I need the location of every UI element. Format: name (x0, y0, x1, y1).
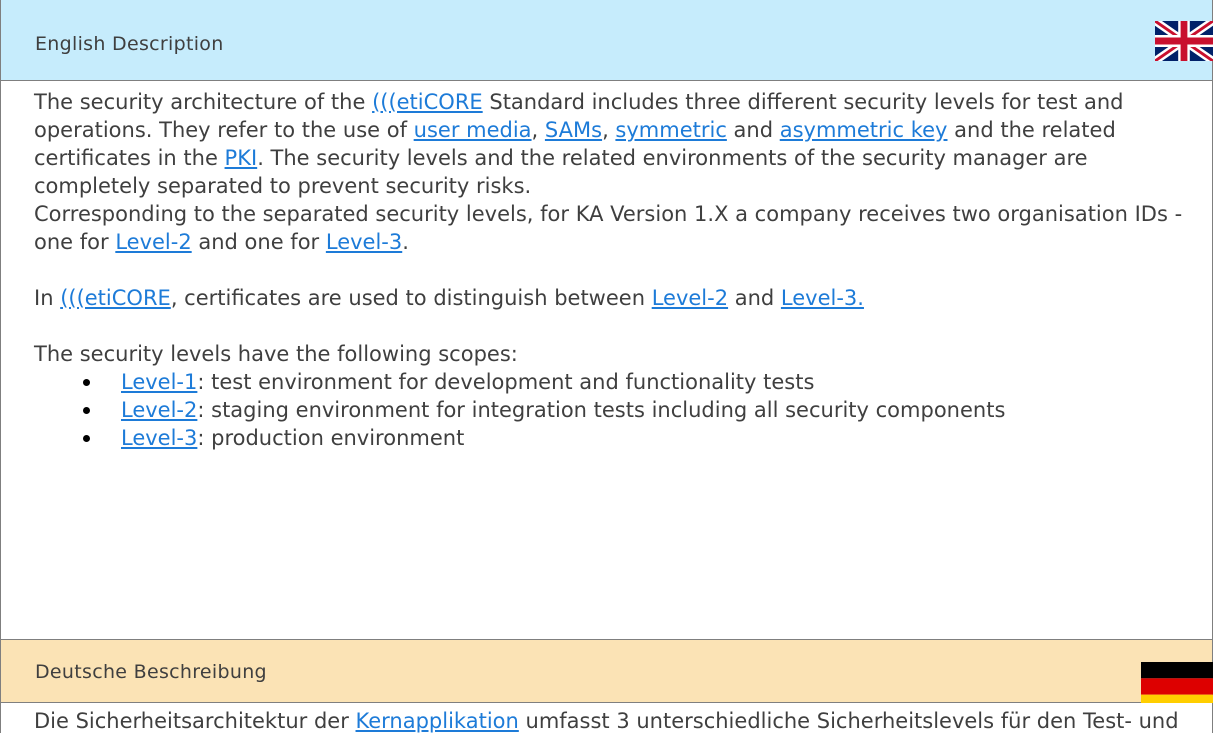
level-3-link[interactable]: Level-3 (326, 230, 402, 254)
list-item: Level-2: staging environment for integra… (83, 396, 1184, 424)
text-run: , certificates are used to distinguish b… (170, 286, 652, 310)
text-run: In (34, 286, 61, 310)
user-media-link[interactable]: user media (414, 118, 532, 142)
asymmetric-key-link[interactable]: asymmetric key (780, 118, 948, 142)
level-2-link[interactable]: Level-2 (121, 398, 197, 422)
text-run: and (726, 118, 780, 142)
symmetric-link[interactable]: symmetric (615, 118, 726, 142)
english-paragraph-3: In (((etiCORE, certificates are used to … (34, 284, 1184, 312)
german-section-body: Die Sicherheitsarchitektur der Kernappli… (0, 703, 1213, 733)
kernapplikation-link[interactable]: Kernapplikation (356, 709, 519, 733)
eticore-link[interactable]: (((etiCORE (372, 90, 483, 114)
english-paragraph-1: The security architecture of the (((etiC… (34, 88, 1184, 200)
text-run: . (402, 230, 409, 254)
english-paragraph-2: Corresponding to the separated security … (34, 200, 1184, 256)
uk-flag-icon (1155, 21, 1213, 61)
text-run: and one for (191, 230, 326, 254)
text-run: and (728, 286, 781, 310)
eticore-link[interactable]: (((etiCORE (60, 286, 171, 310)
german-paragraph-1: Die Sicherheitsarchitektur der Kernappli… (34, 707, 1184, 733)
german-section-title: Deutsche Beschreibung (35, 661, 267, 683)
list-item-text: : test environment for development and f… (197, 370, 815, 394)
list-item-text: : production environment (197, 426, 465, 450)
text-run: Die Sicherheitsarchitektur der (34, 709, 356, 733)
german-description-text: Die Sicherheitsarchitektur der Kernappli… (34, 707, 1184, 733)
level-3-link[interactable]: Level-3. (781, 286, 864, 310)
sams-link[interactable]: SAMs (545, 118, 602, 142)
list-item: Level-1: test environment for developmen… (83, 368, 1184, 396)
list-item: Level-3: production environment (83, 424, 1184, 452)
text-run: , (602, 118, 616, 142)
text-run: The security architecture of the (34, 90, 373, 114)
text-run: , (531, 118, 545, 142)
level-2-link[interactable]: Level-2 (115, 230, 191, 254)
german-section-header: Deutsche Beschreibung (0, 640, 1213, 703)
english-section-body: The security architecture of the (((etiC… (0, 81, 1213, 640)
english-section-header: English Description (0, 0, 1213, 81)
english-description-text: The security architecture of the (((etiC… (34, 88, 1184, 452)
level-3-link[interactable]: Level-3 (121, 426, 197, 450)
english-section-title: English Description (35, 33, 224, 55)
list-item-text: : staging environment for integration te… (197, 398, 1006, 422)
english-paragraph-4: The security levels have the following s… (34, 342, 518, 366)
security-levels-list: Level-1: test environment for developmen… (34, 368, 1184, 452)
pki-link[interactable]: PKI (225, 146, 258, 170)
level-2-link[interactable]: Level-2 (652, 286, 728, 310)
level-1-link[interactable]: Level-1 (121, 370, 197, 394)
page: English Description The security archite… (0, 0, 1215, 733)
